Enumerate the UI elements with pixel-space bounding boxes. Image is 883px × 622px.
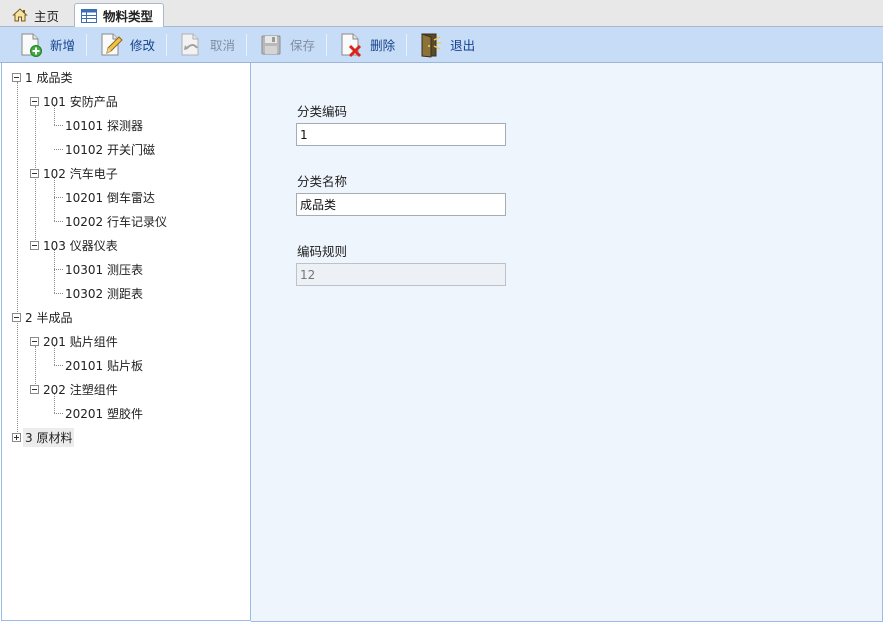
collapse-toggle-icon[interactable] (30, 384, 39, 394)
category-code-input[interactable] (296, 123, 506, 146)
category-name-input[interactable] (296, 193, 506, 216)
save-floppy-icon (258, 32, 284, 58)
undo-icon (178, 32, 204, 58)
tree-node-label: 20201 塑胶件 (65, 406, 143, 421)
tab-home-label: 主页 (34, 8, 60, 24)
tree-node-range-meter[interactable]: 10302 测距表 (63, 283, 145, 303)
tree-node-semi-finished[interactable]: 2 半成品 (12, 307, 74, 327)
cancel-button-label: 取消 (210, 38, 236, 53)
expand-toggle-icon[interactable] (12, 432, 21, 442)
tree-node-label: 10201 倒车雷达 (65, 190, 155, 205)
tree-connector (54, 365, 63, 366)
tree-node-instruments[interactable]: 103 仪器仪表 (30, 235, 120, 255)
table-icon (81, 8, 97, 23)
collapse-toggle-icon[interactable] (30, 336, 39, 346)
toolbar-separator (406, 33, 408, 56)
new-button-label: 新增 (50, 38, 76, 53)
tree-node-smt-board[interactable]: 20101 贴片板 (63, 355, 145, 375)
collapse-toggle-icon[interactable] (30, 96, 39, 106)
rule-label: 编码规则 (297, 244, 348, 259)
toolbar-separator (246, 33, 248, 56)
code-rule-input[interactable] (296, 263, 506, 286)
edit-button[interactable]: 修改 (88, 30, 165, 60)
tree-node-label: 10302 测距表 (65, 286, 143, 301)
tree-connector (54, 413, 63, 414)
tree-node-finished-goods[interactable]: 1 成品类 (12, 67, 74, 87)
tree-node-label: 10301 测压表 (65, 262, 143, 277)
tab-strip: 主页 物料类型 (0, 0, 883, 28)
collapse-toggle-icon[interactable] (12, 312, 21, 322)
tree-node-label: 102 汽车电子 (43, 166, 118, 181)
exit-button-label: 退出 (450, 38, 476, 53)
delete-icon (338, 32, 364, 58)
delete-button[interactable]: 删除 (328, 30, 405, 60)
tree-connector (54, 250, 55, 293)
save-button-label: 保存 (290, 38, 316, 53)
tree-connector (54, 221, 63, 222)
collapse-toggle-icon[interactable] (30, 240, 39, 250)
toolbar-separator (166, 33, 168, 56)
name-label: 分类名称 (297, 174, 348, 189)
toolbar-separator (326, 33, 328, 56)
edit-pencil-icon (98, 32, 124, 58)
tree-node-pressure-gauge[interactable]: 10301 测压表 (63, 259, 145, 279)
tree-node-label: 10101 探测器 (65, 118, 143, 133)
tree-connector (54, 197, 63, 198)
tree-node-security-products[interactable]: 101 安防产品 (30, 91, 120, 111)
tree-node-injection-assembly[interactable]: 202 注塑组件 (30, 379, 120, 399)
tree-node-dash-cam[interactable]: 10202 行车记录仪 (63, 211, 169, 231)
tree-node-door-magnet[interactable]: 10102 开关门磁 (63, 139, 157, 159)
tree-node-label: 20101 贴片板 (65, 358, 143, 373)
tree-node-raw-materials[interactable]: 3 原材料 (12, 427, 75, 447)
new-button[interactable]: 新增 (8, 30, 85, 60)
tree-node-label: 103 仪器仪表 (43, 238, 118, 253)
save-button[interactable]: 保存 (248, 30, 325, 60)
tree-node-plastic-part[interactable]: 20201 塑胶件 (63, 403, 145, 423)
category-tree: 1 成品类 101 安防产品 10101 探测器 10102 开关门磁 102 … (1, 63, 251, 621)
tree-connector (54, 269, 63, 270)
tree-node-label: 3 原材料 (23, 427, 75, 447)
edit-button-label: 修改 (130, 38, 156, 53)
tree-connector (17, 82, 18, 440)
exit-door-icon (418, 32, 444, 58)
tab-material-type[interactable]: 物料类型 (74, 3, 164, 28)
tree-node-label: 1 成品类 (25, 70, 73, 85)
toolbar-separator (86, 33, 88, 56)
category-form: 分类编码 分类名称 编码规则 (251, 63, 883, 622)
collapse-toggle-icon[interactable] (12, 72, 21, 82)
tab-home[interactable]: 主页 (6, 3, 68, 27)
tree-connector (54, 125, 63, 126)
new-document-icon (18, 32, 44, 58)
tree-node-detector[interactable]: 10101 探测器 (63, 115, 145, 135)
tree-connector (54, 293, 63, 294)
toolbar: 新增 修改 取消 保存 删除 退出 (0, 27, 883, 63)
tree-node-label: 202 注塑组件 (43, 382, 118, 397)
tree-node-label: 10202 行车记录仪 (65, 214, 167, 229)
tree-node-label: 101 安防产品 (43, 94, 118, 109)
tree-connector (54, 178, 55, 221)
tree-node-smt-assembly[interactable]: 201 贴片组件 (30, 331, 120, 351)
code-label: 分类编码 (297, 104, 348, 119)
tree-node-auto-electronics[interactable]: 102 汽车电子 (30, 163, 120, 183)
cancel-button[interactable]: 取消 (168, 30, 245, 60)
delete-button-label: 删除 (370, 38, 396, 53)
tree-connector (54, 149, 63, 150)
tab-material-type-label: 物料类型 (103, 9, 154, 24)
exit-button[interactable]: 退出 (408, 30, 485, 60)
tree-node-reversing-radar[interactable]: 10201 倒车雷达 (63, 187, 157, 207)
tree-node-label: 201 贴片组件 (43, 334, 118, 349)
tree-node-label: 2 半成品 (25, 310, 73, 325)
home-icon (12, 7, 28, 23)
tree-node-label: 10102 开关门磁 (65, 142, 155, 157)
collapse-toggle-icon[interactable] (30, 168, 39, 178)
